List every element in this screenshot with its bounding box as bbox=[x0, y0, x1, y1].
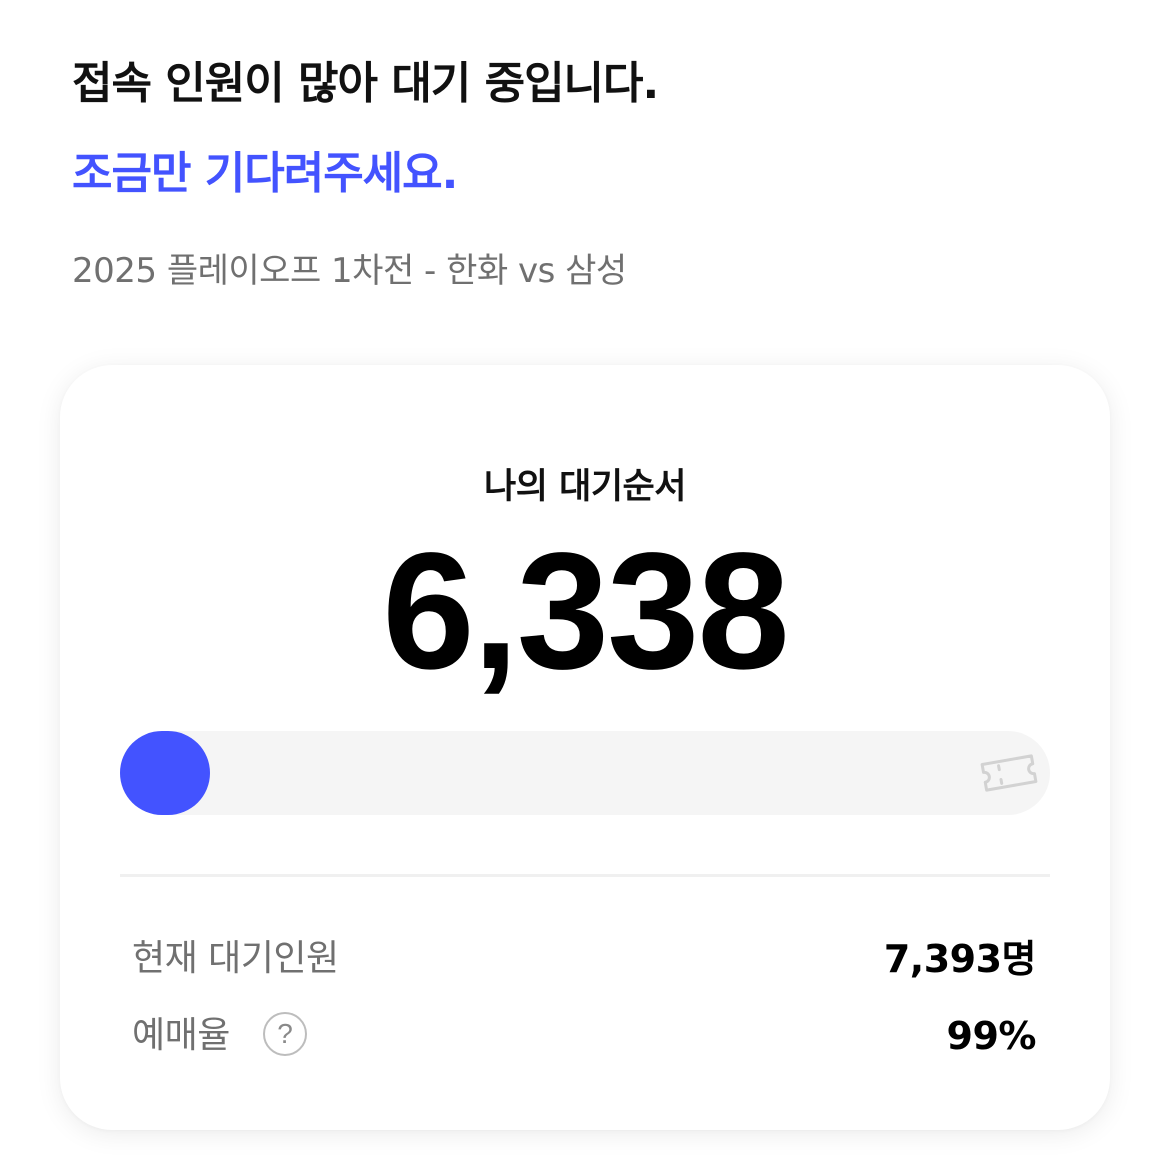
booking-rate-label: 예매율 bbox=[132, 1015, 230, 1056]
queue-progress-bar bbox=[120, 731, 1050, 815]
current-waiting-value: 7,393명 bbox=[883, 937, 1037, 981]
page-subtitle: 조금만 기다려주세요. bbox=[72, 148, 458, 199]
current-waiting-row: 현재 대기인원 7,393명 bbox=[132, 931, 1037, 987]
event-name: 2025 플레이오프 1차전 - 한화 vs 삼성 bbox=[72, 251, 627, 291]
booking-rate-value: 99% bbox=[946, 1014, 1037, 1058]
current-waiting-label: 현재 대기인원 bbox=[132, 938, 339, 979]
card-divider bbox=[120, 874, 1050, 877]
queue-progress-indicator bbox=[120, 731, 210, 815]
queue-position-number: 6,338 bbox=[382, 519, 789, 704]
ticket-icon bbox=[980, 754, 1038, 792]
question-circle-icon[interactable]: ? bbox=[263, 1012, 307, 1056]
queue-position-label: 나의 대기순서 bbox=[484, 467, 686, 507]
page-title: 접속 인원이 많아 대기 중입니다. bbox=[72, 58, 659, 109]
queue-card: 나의 대기순서 6,338 현재 대기인원 7,393명 예매율 ? 99% bbox=[60, 365, 1110, 1130]
booking-rate-row: 예매율 ? 99% bbox=[132, 1008, 1037, 1064]
